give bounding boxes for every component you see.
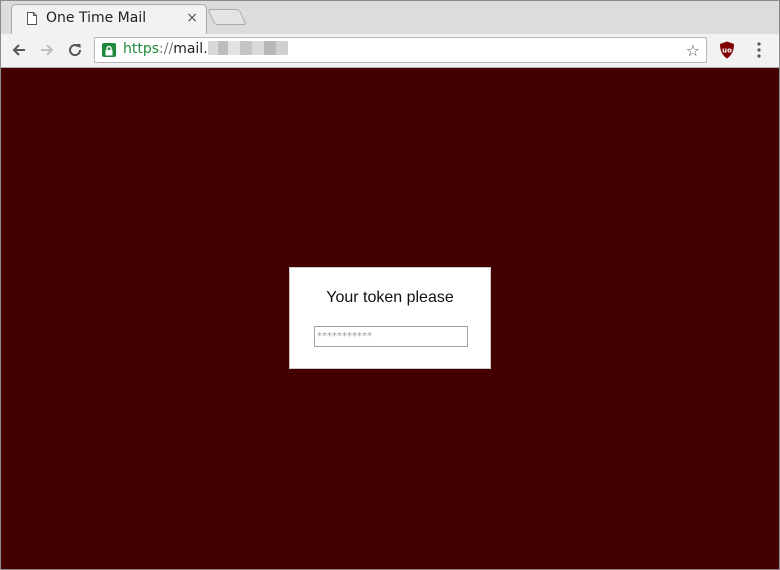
tab-strip: One Time Mail × xyxy=(1,1,779,34)
url-text: https://mail. xyxy=(123,41,288,57)
url-host-redacted xyxy=(207,41,288,55)
page-content: Your token please xyxy=(1,68,779,569)
reload-icon xyxy=(69,44,82,57)
url-host: mail. xyxy=(173,41,208,57)
close-tab-icon[interactable]: × xyxy=(186,10,198,26)
arrow-left-icon xyxy=(12,44,25,56)
address-bar[interactable]: https://mail. ☆ xyxy=(94,37,707,63)
token-input[interactable] xyxy=(314,326,468,347)
toolbar: https://mail. ☆ uo xyxy=(1,34,779,68)
dialog-title: Your token please xyxy=(326,289,454,306)
forward-button[interactable] xyxy=(37,40,57,60)
ublock-icon[interactable]: uo xyxy=(719,41,735,59)
url-separator: :// xyxy=(159,41,174,57)
token-dialog: Your token please xyxy=(289,267,491,369)
page-icon xyxy=(27,12,37,25)
url-scheme: https xyxy=(123,41,160,57)
tab-one-time-mail[interactable]: One Time Mail × xyxy=(11,4,207,34)
svg-text:uo: uo xyxy=(722,47,732,55)
arrow-right-icon xyxy=(41,44,54,56)
browser-window: One Time Mail × https://mail. ☆ uo Your … xyxy=(0,0,780,570)
tab-title: One Time Mail xyxy=(46,10,147,26)
kebab-menu-icon[interactable] xyxy=(757,42,761,58)
lock-icon[interactable] xyxy=(102,43,116,57)
reload-button[interactable] xyxy=(65,40,85,60)
back-button[interactable] xyxy=(9,40,29,60)
new-tab-button[interactable] xyxy=(207,9,247,25)
star-icon[interactable]: ☆ xyxy=(686,41,700,60)
